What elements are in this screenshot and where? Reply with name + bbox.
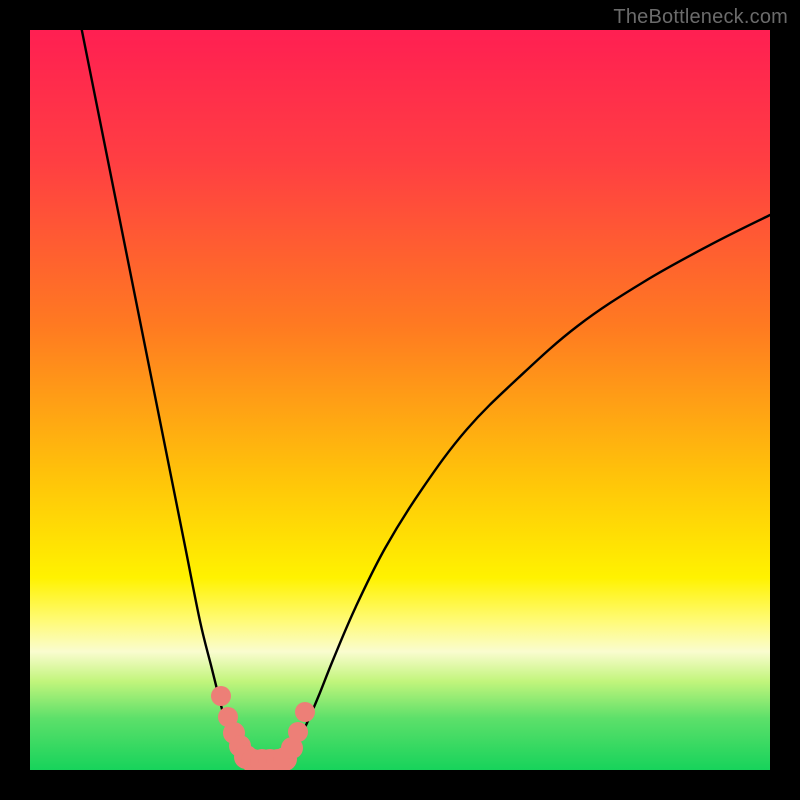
chart-container: TheBottleneck.com <box>0 0 800 800</box>
data-marker <box>211 686 231 706</box>
gradient-background <box>30 30 770 770</box>
data-marker <box>288 722 308 742</box>
chart-svg <box>30 30 770 770</box>
plot-area <box>30 30 770 770</box>
data-marker <box>295 702 315 722</box>
watermark-text: TheBottleneck.com <box>613 6 788 29</box>
